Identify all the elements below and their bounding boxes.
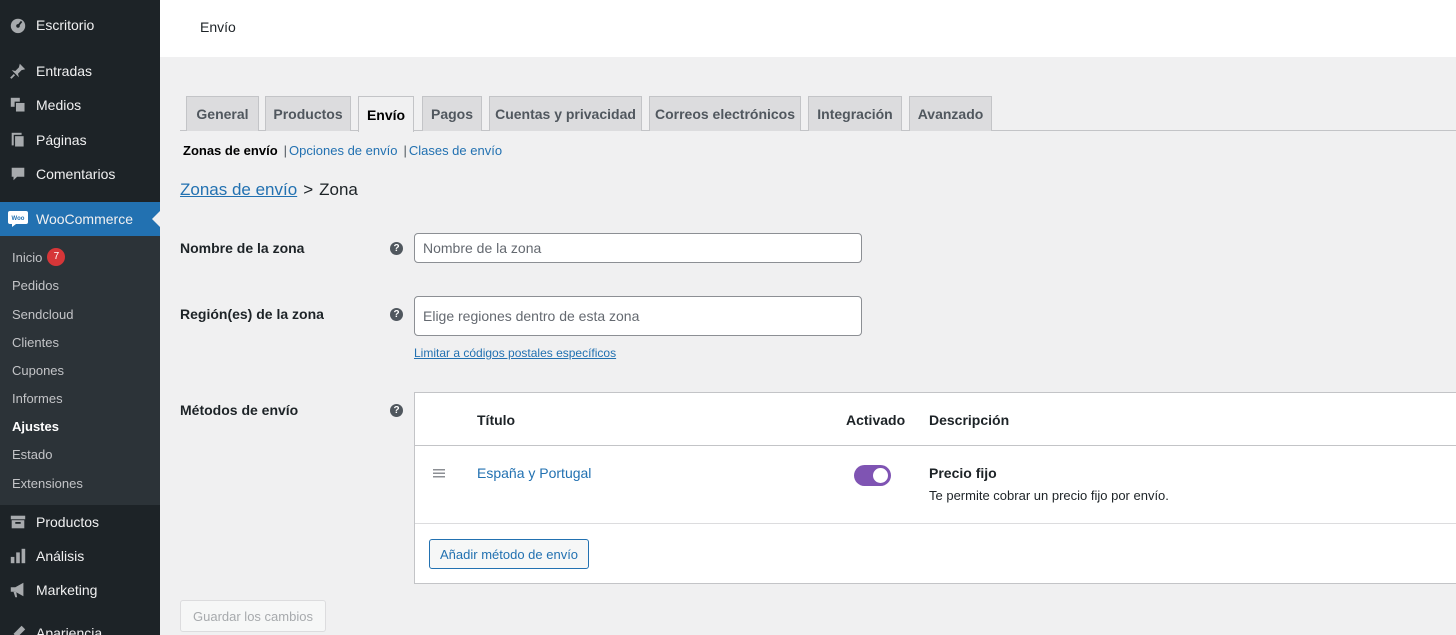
notification-badge: 7	[47, 248, 66, 266]
shipping-methods-label: Métodos de envío	[180, 402, 299, 418]
menu-item-paginas[interactable]: Páginas	[0, 123, 160, 157]
submenu-item-ajustes[interactable]: Ajustes	[12, 416, 59, 436]
admin-sidebar: Escritorio Entradas Medios Páginas Comen…	[0, 0, 160, 635]
subnav-separator: |	[403, 143, 407, 158]
zone-regions-input[interactable]	[414, 296, 862, 336]
subnav-link-opciones[interactable]: Opciones de envío	[289, 143, 397, 158]
menu-label: Apariencia	[36, 625, 103, 635]
toggle-knob	[873, 468, 888, 483]
menu-item-analisis[interactable]: Análisis	[0, 539, 160, 573]
menu-item-medios[interactable]: Medios	[0, 88, 160, 122]
subnav-current: Zonas de envío	[183, 143, 278, 158]
column-enabled: Activado	[846, 412, 906, 428]
shipping-subnav: Zonas de envío | Opciones de envío | Cla…	[183, 143, 502, 158]
column-title: Título	[477, 412, 516, 428]
tab-integracion[interactable]: Integración	[808, 96, 902, 131]
comments-icon	[0, 165, 36, 183]
submenu-item-pedidos[interactable]: Pedidos	[12, 275, 59, 295]
tab-productos[interactable]: Productos	[265, 96, 351, 131]
dashboard-icon	[0, 16, 36, 34]
menu-item-apariencia[interactable]: Apariencia	[0, 616, 160, 635]
megaphone-icon	[0, 581, 36, 599]
save-changes-button[interactable]: Guardar los cambios	[180, 600, 326, 632]
column-description: Descripción	[929, 412, 1010, 428]
breadcrumb-link-zonas[interactable]: Zonas de envío	[180, 180, 297, 199]
help-icon[interactable]: ?	[390, 242, 403, 255]
table-row: España y Portugal Precio fijo Te permite…	[415, 446, 1456, 524]
media-icon	[0, 96, 36, 114]
limit-postcodes-link[interactable]: Limitar a códigos postales específicos	[414, 346, 616, 360]
add-shipping-method-button[interactable]: Añadir método de envío	[429, 539, 590, 569]
tab-correos[interactable]: Correos electrónicos	[649, 96, 801, 131]
submenu-item-cupones[interactable]: Cupones	[12, 360, 64, 380]
breadcrumb-separator: >	[303, 180, 314, 199]
method-title-link[interactable]: España y Portugal	[477, 465, 591, 481]
subnav-link-clases[interactable]: Clases de envío	[409, 143, 502, 158]
drag-handle-icon[interactable]	[433, 466, 445, 480]
zone-name-input[interactable]	[414, 233, 862, 263]
zone-name-label: Nombre de la zona	[180, 240, 305, 256]
menu-item-woocommerce[interactable]: Woo WooCommerce	[0, 202, 160, 236]
menu-label: Análisis	[36, 548, 85, 564]
tab-envio[interactable]: Envío	[358, 96, 414, 132]
menu-label: Productos	[36, 514, 100, 530]
menu-label: Escritorio	[36, 17, 95, 33]
menu-label: Marketing	[36, 582, 98, 598]
menu-label: Comentarios	[36, 166, 116, 182]
menu-item-escritorio[interactable]: Escritorio	[0, 8, 160, 42]
submenu-item-estado[interactable]: Estado	[12, 444, 52, 464]
submenu-label: Inicio	[12, 249, 43, 265]
submenu-item-inicio[interactable]: Inicio 7	[12, 247, 66, 267]
subnav-separator: |	[283, 143, 288, 158]
menu-item-productos[interactable]: Productos	[0, 505, 160, 539]
breadcrumb-current: Zona	[319, 180, 358, 199]
brush-icon	[0, 624, 36, 635]
pin-icon	[0, 62, 36, 80]
page-header: Envío	[160, 0, 1456, 57]
tab-pagos[interactable]: Pagos	[422, 96, 482, 131]
chart-icon	[0, 547, 36, 565]
archive-icon	[0, 513, 36, 531]
svg-text:Woo: Woo	[12, 216, 25, 222]
submenu-item-sendcloud[interactable]: Sendcloud	[12, 304, 73, 324]
menu-label: Entradas	[36, 63, 93, 79]
method-description: Te permite cobrar un precio fijo por env…	[929, 488, 1169, 503]
woocommerce-submenu: Inicio 7 Pedidos Sendcloud Clientes Cupo…	[0, 236, 160, 505]
menu-label: Páginas	[36, 132, 87, 148]
settings-tabs: General Productos Envío Pagos Cuentas y …	[180, 96, 1456, 132]
submenu-item-informes[interactable]: Informes	[12, 388, 63, 408]
menu-item-comentarios[interactable]: Comentarios	[0, 157, 160, 191]
tab-avanzado[interactable]: Avanzado	[909, 96, 992, 131]
breadcrumb: Zonas de envío > Zona	[180, 180, 358, 200]
menu-label: Medios	[36, 97, 82, 113]
tab-cuentas-privacidad[interactable]: Cuentas y privacidad	[489, 96, 642, 131]
submenu-item-extensiones[interactable]: Extensiones	[12, 473, 83, 493]
menu-item-entradas[interactable]: Entradas	[0, 54, 160, 88]
woo-icon: Woo	[0, 211, 36, 227]
method-type: Precio fijo	[929, 465, 997, 481]
method-enabled-toggle[interactable]	[854, 465, 891, 486]
menu-label: WooCommerce	[36, 211, 133, 227]
page-title: Envío	[200, 19, 236, 35]
help-icon[interactable]: ?	[390, 308, 403, 321]
shipping-methods-table: Título Activado Descripción España y Por…	[414, 392, 1456, 584]
zone-regions-label: Región(es) de la zona	[180, 306, 324, 322]
table-header: Título Activado Descripción	[415, 393, 1456, 446]
tab-general[interactable]: General	[186, 96, 259, 131]
submenu-item-clientes[interactable]: Clientes	[12, 332, 59, 352]
menu-item-marketing[interactable]: Marketing	[0, 573, 160, 607]
help-icon[interactable]: ?	[390, 404, 403, 417]
pages-icon	[0, 131, 36, 149]
